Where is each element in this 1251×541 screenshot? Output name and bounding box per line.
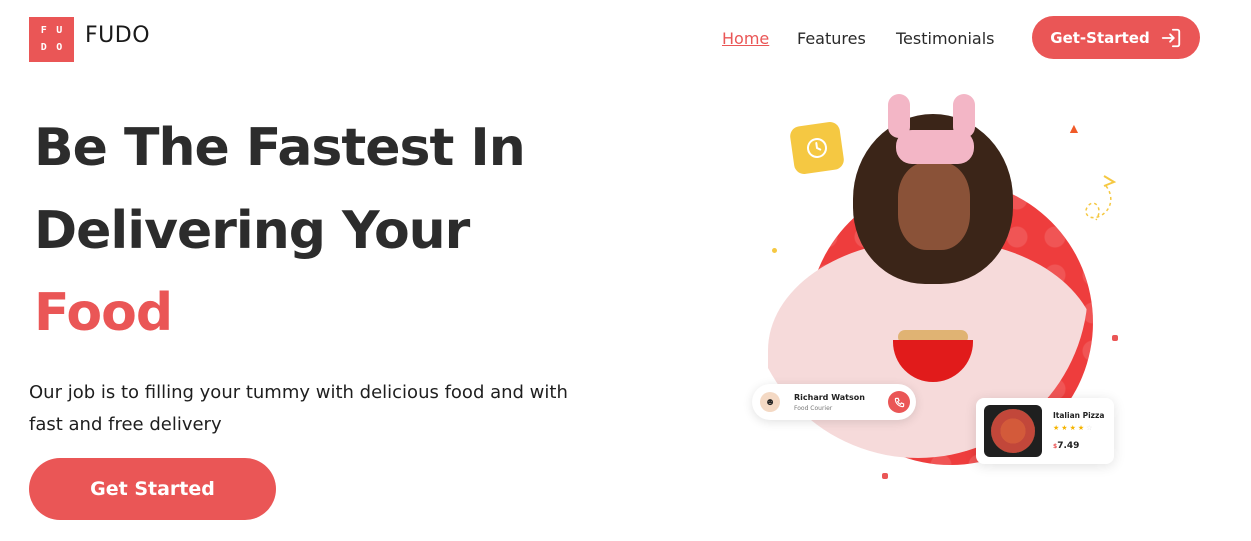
- nav-home[interactable]: Home: [722, 29, 769, 48]
- logo-letter: U: [56, 25, 63, 37]
- star-icon: ★: [1069, 425, 1078, 432]
- hero-get-started-button[interactable]: Get Started: [29, 458, 276, 520]
- courier-card[interactable]: ☻ Richard Watson Food Courier: [752, 384, 916, 420]
- phone-icon[interactable]: [888, 391, 910, 413]
- logo-letter: F: [40, 25, 47, 37]
- star-icon: ★: [1061, 425, 1070, 432]
- price-value: 7.49: [1057, 441, 1080, 451]
- header-get-started-label: Get-Started: [1050, 28, 1150, 47]
- rating-stars: ★★★★☆: [1053, 424, 1094, 432]
- logo[interactable]: F U D O: [29, 17, 74, 62]
- hero-title-line-2: Delivering Your: [34, 201, 470, 261]
- paper-plane-icon: [1085, 175, 1117, 221]
- header-get-started-button[interactable]: Get-Started: [1032, 16, 1200, 59]
- login-arrow-icon: [1161, 28, 1180, 47]
- star-icon: ☆: [1086, 425, 1095, 432]
- logo-letter: D: [40, 41, 47, 53]
- pizza-image: [984, 405, 1042, 457]
- decor-dot: [772, 248, 777, 253]
- star-icon: ★: [1077, 425, 1087, 432]
- clock-icon: [788, 120, 846, 176]
- courier-role: Food Courier: [794, 404, 833, 412]
- product-name: Italian Pizza: [1053, 411, 1105, 420]
- courier-avatar: ☻: [760, 392, 780, 412]
- nav-features[interactable]: Features: [797, 29, 866, 48]
- hero-title-line-1: Be The Fastest In: [34, 118, 526, 178]
- decor-square: [1112, 335, 1118, 341]
- flame-icon: ▲: [1067, 120, 1081, 136]
- brand-name[interactable]: FUDO: [85, 23, 150, 48]
- product-card[interactable]: Italian Pizza ★★★★☆ $7.49: [976, 398, 1114, 464]
- hero-subtitle: Our job is to filling your tummy with de…: [29, 382, 568, 435]
- product-price: $7.49: [1053, 441, 1079, 451]
- hero-title-line-3: Food: [34, 283, 173, 343]
- courier-name: Richard Watson: [794, 392, 865, 402]
- logo-letter: O: [56, 41, 63, 53]
- nav-testimonials[interactable]: Testimonials: [896, 29, 995, 48]
- hero-illustration: ▲ ☻ Richard Watson Food Courier Italian …: [740, 80, 1140, 500]
- decor-square: [882, 473, 888, 479]
